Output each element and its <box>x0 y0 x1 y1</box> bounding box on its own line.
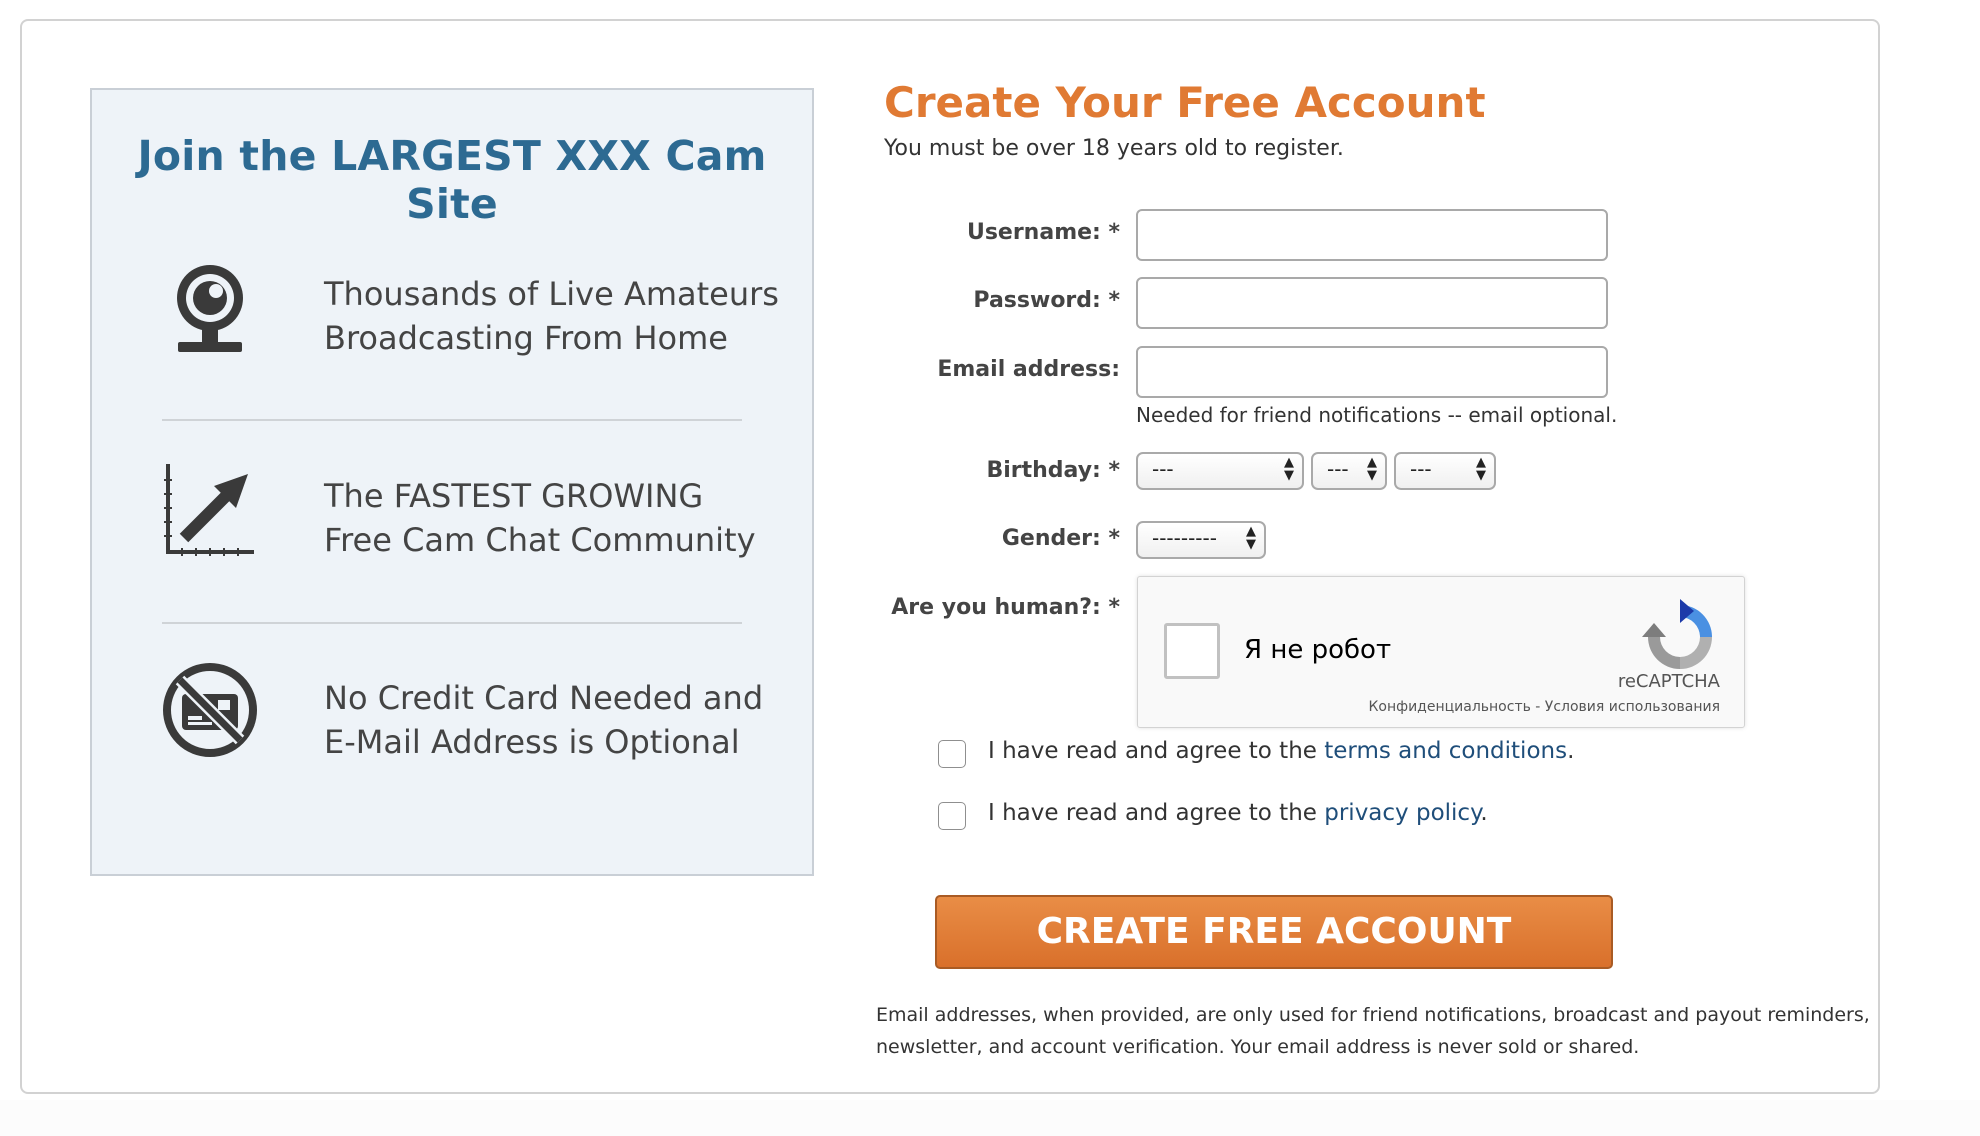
email-label: Email address: <box>937 357 1120 382</box>
form-title: Create Your Free Account <box>884 78 1486 127</box>
password-label: Password: * <box>973 288 1120 313</box>
page-footer-area <box>0 1100 1980 1136</box>
feature-item: Thousands of Live Amateurs Broadcasting … <box>162 258 779 388</box>
terms-text: I have read and agree to the terms and c… <box>988 738 1574 764</box>
select-value: --- <box>1152 457 1174 481</box>
human-label: Are you human?: * <box>891 595 1120 620</box>
password-input[interactable] <box>1136 277 1608 329</box>
privacy-suffix: . <box>1480 800 1488 826</box>
privacy-link[interactable]: privacy policy <box>1324 800 1480 826</box>
recaptcha-label: Я не робот <box>1244 635 1392 665</box>
select-arrows-icon: ▲ ▼ <box>1367 455 1377 483</box>
select-value: --------- <box>1152 526 1217 550</box>
username-label: Username: * <box>966 220 1120 245</box>
terms-checkbox[interactable] <box>938 740 966 768</box>
username-input[interactable] <box>1136 209 1608 261</box>
form-subtitle: You must be over 18 years old to registe… <box>884 136 1344 161</box>
feature-text: No Credit Card Needed and E-Mail Address… <box>324 676 764 764</box>
webcam-icon <box>177 265 243 352</box>
disclaimer-line: Email addresses, when provided, are only… <box>876 1004 1870 1026</box>
feature-line: The FASTEST GROWING <box>324 477 704 515</box>
feature-line: Thousands of Live Amateurs <box>324 275 779 313</box>
terms-link[interactable]: terms and conditions <box>1324 738 1567 764</box>
recaptcha-widget: Я не робот reCAPTCHA Конфиденциальность … <box>1137 576 1745 728</box>
growth-arrow-icon <box>164 464 254 556</box>
divider <box>162 419 742 421</box>
recaptcha-logo-icon <box>1642 599 1712 669</box>
divider <box>162 622 742 624</box>
feature-item: The FASTEST GROWING Free Cam Chat Commun… <box>162 460 756 590</box>
promo-panel: Join the LARGEST XXX Cam Site Thousands … <box>90 88 814 876</box>
select-arrows-icon: ▲ ▼ <box>1476 455 1486 483</box>
feature-text: The FASTEST GROWING Free Cam Chat Commun… <box>324 474 756 562</box>
birthday-month-select[interactable]: --- ▲ ▼ <box>1136 452 1304 490</box>
feature-line: Broadcasting From Home <box>324 319 728 357</box>
recaptcha-links[interactable]: Конфиденциальность - Условия использован… <box>1368 699 1720 715</box>
privacy-checkbox[interactable] <box>938 802 966 830</box>
feature-item: No Credit Card Needed and E-Mail Address… <box>162 662 763 792</box>
select-value: --- <box>1327 457 1349 481</box>
select-arrows-icon: ▲ ▼ <box>1246 524 1256 552</box>
birthday-label: Birthday: * <box>986 458 1120 483</box>
feature-text: Thousands of Live Amateurs Broadcasting … <box>324 272 779 360</box>
privacy-text: I have read and agree to the privacy pol… <box>988 800 1488 826</box>
gender-select[interactable]: --------- ▲ ▼ <box>1136 521 1266 559</box>
terms-suffix: . <box>1567 738 1575 764</box>
feature-line: No Credit Card Needed and <box>324 679 764 717</box>
privacy-prefix: I have read and agree to the <box>988 800 1325 826</box>
terms-prefix: I have read and agree to the <box>988 738 1325 764</box>
select-value: --- <box>1410 457 1432 481</box>
recaptcha-brand: reCAPTCHA <box>1617 671 1720 692</box>
create-account-button[interactable]: CREATE FREE ACCOUNT <box>935 895 1613 969</box>
feature-line: E-Mail Address is Optional <box>324 723 740 761</box>
email-hint: Needed for friend notifications -- email… <box>1136 403 1618 427</box>
no-credit-card-icon <box>163 663 257 757</box>
feature-line: Free Cam Chat Community <box>324 521 756 559</box>
recaptcha-checkbox[interactable] <box>1164 623 1220 679</box>
promo-title: Join the LARGEST XXX Cam Site <box>137 132 767 228</box>
email-input[interactable] <box>1136 346 1608 398</box>
select-arrows-icon: ▲ ▼ <box>1284 455 1294 483</box>
birthday-day-select[interactable]: --- ▲ ▼ <box>1311 452 1387 490</box>
disclaimer-line: newsletter, and account verification. Yo… <box>876 1036 1640 1058</box>
gender-label: Gender: * <box>1001 526 1120 551</box>
email-disclaimer: Email addresses, when provided, are only… <box>876 999 1876 1063</box>
birthday-year-select[interactable]: --- ▲ ▼ <box>1394 452 1496 490</box>
